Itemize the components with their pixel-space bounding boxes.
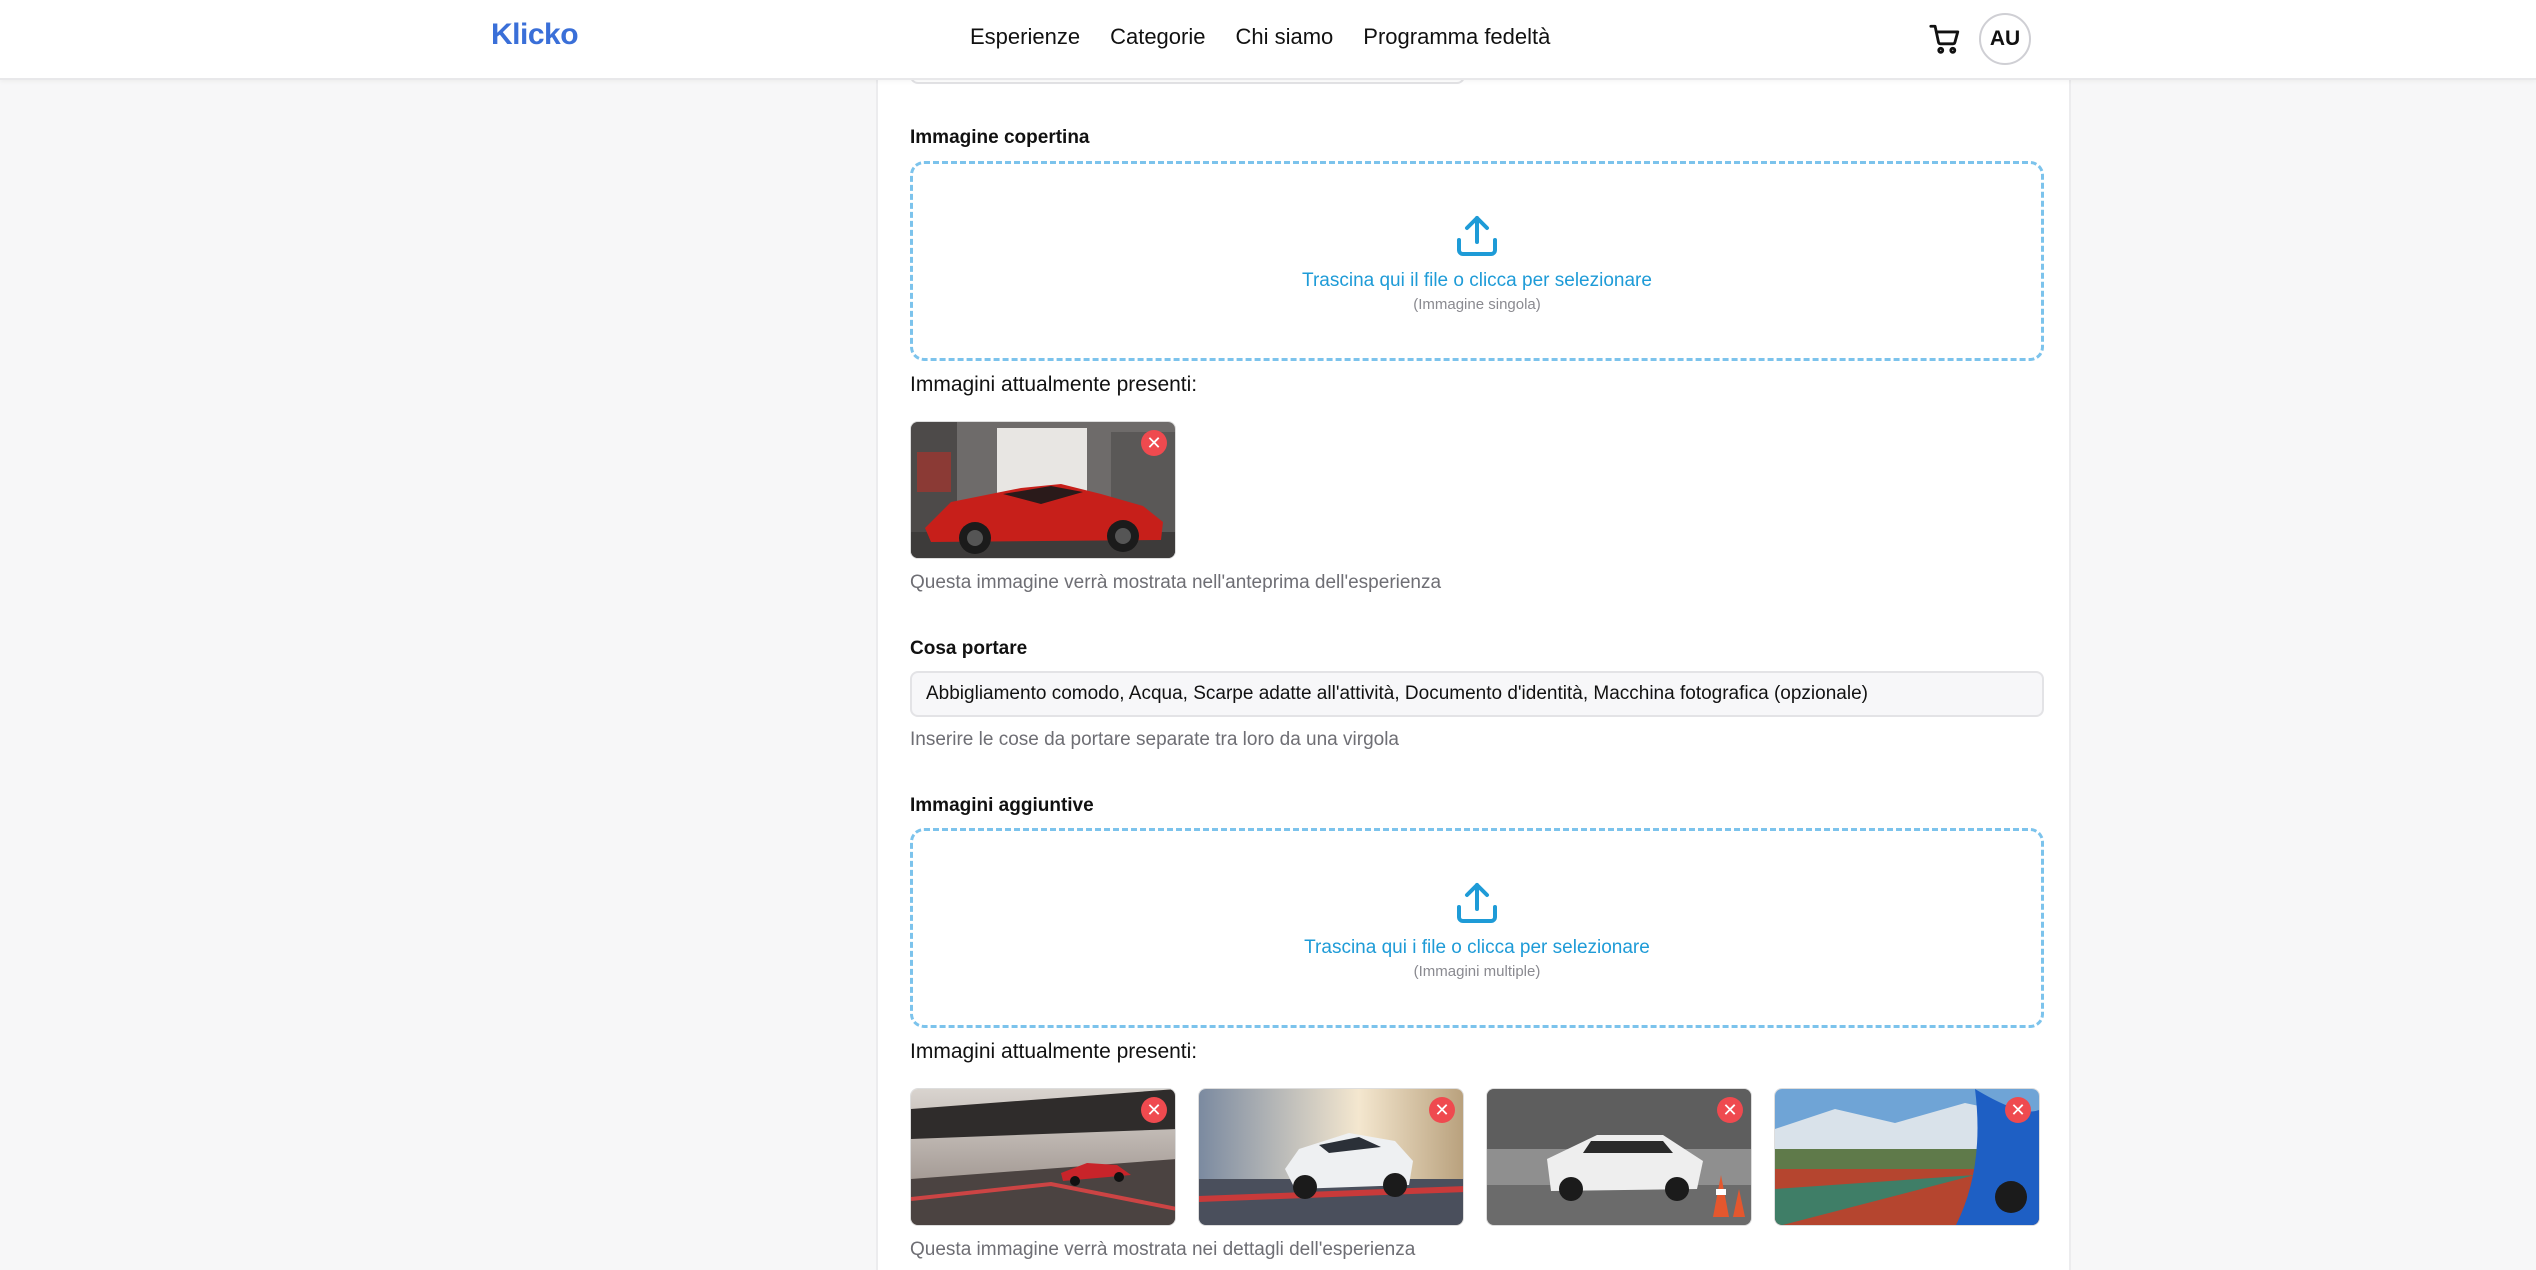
nav-chi-siamo[interactable]: Chi siamo — [1235, 24, 1333, 50]
additional-present-title: Immagini attualmente presenti: — [910, 1040, 1198, 1063]
cart-icon[interactable] — [1928, 22, 1962, 56]
dropzone-subtext: (Immagini multiple) — [1413, 963, 1541, 980]
white-sports-car-cones-photo — [1487, 1089, 1751, 1225]
bring-label: Cosa portare — [910, 638, 1028, 659]
additional-hint: Questa immagine verrà mostrata nei detta… — [910, 1239, 1416, 1260]
bring-input[interactable] — [910, 671, 2044, 717]
dropzone-text: Trascina qui i file o clicca per selezio… — [1304, 937, 1650, 958]
cover-image-dropzone[interactable]: Trascina qui il file o clicca per selezi… — [910, 161, 2044, 361]
additional-image-thumbnail: ✕ — [910, 1088, 1176, 1226]
nav-categorie[interactable]: Categorie — [1110, 24, 1205, 50]
additional-image-thumbnail: ✕ — [1198, 1088, 1464, 1226]
main-nav: Esperienze Categorie Chi siamo Programma… — [970, 24, 1550, 50]
dropzone-text: Trascina qui il file o clicca per selezi… — [1302, 270, 1652, 291]
cover-image-thumbnail: ✕ — [910, 421, 1176, 559]
additional-images-label: Immagini aggiuntive — [910, 795, 1094, 816]
cover-present-title: Immagini attualmente presenti: — [910, 373, 1198, 396]
logo[interactable]: Klicko — [491, 18, 579, 52]
additional-image-thumbnail: ✕ — [1774, 1088, 2040, 1226]
upload-icon — [1453, 212, 1501, 260]
cover-image-label: Immagine copertina — [910, 127, 1090, 148]
additional-images-dropzone[interactable]: Trascina qui i file o clicca per selezio… — [910, 828, 2044, 1028]
upload-icon — [1453, 879, 1501, 927]
remove-image-button[interactable]: ✕ — [2005, 1097, 2031, 1123]
top-navbar: Klicko Esperienze Categorie Chi siamo Pr… — [0, 0, 2536, 80]
blue-car-racetrack-photo — [1775, 1089, 2039, 1225]
white-race-car-photo — [1199, 1089, 1463, 1225]
red-sports-car-photo — [911, 422, 1175, 558]
nav-esperienze[interactable]: Esperienze — [970, 24, 1080, 50]
additional-image-thumbnail: ✕ — [1486, 1088, 1752, 1226]
dropzone-subtext: (Immagine singola) — [1413, 296, 1541, 313]
car-on-track-sunset-photo — [911, 1089, 1175, 1225]
remove-image-button[interactable]: ✕ — [1141, 1097, 1167, 1123]
bring-hint: Inserire le cose da portare separate tra… — [910, 729, 1399, 750]
remove-image-button[interactable]: ✕ — [1429, 1097, 1455, 1123]
avatar[interactable]: AU — [1979, 13, 2031, 65]
remove-image-button[interactable]: ✕ — [1141, 430, 1167, 456]
form-panel: Immagine copertina Trascina qui il file … — [876, 0, 2071, 1270]
remove-image-button[interactable]: ✕ — [1717, 1097, 1743, 1123]
nav-programma-fedelta[interactable]: Programma fedeltà — [1363, 24, 1550, 50]
cover-hint: Questa immagine verrà mostrata nell'ante… — [910, 572, 1442, 593]
